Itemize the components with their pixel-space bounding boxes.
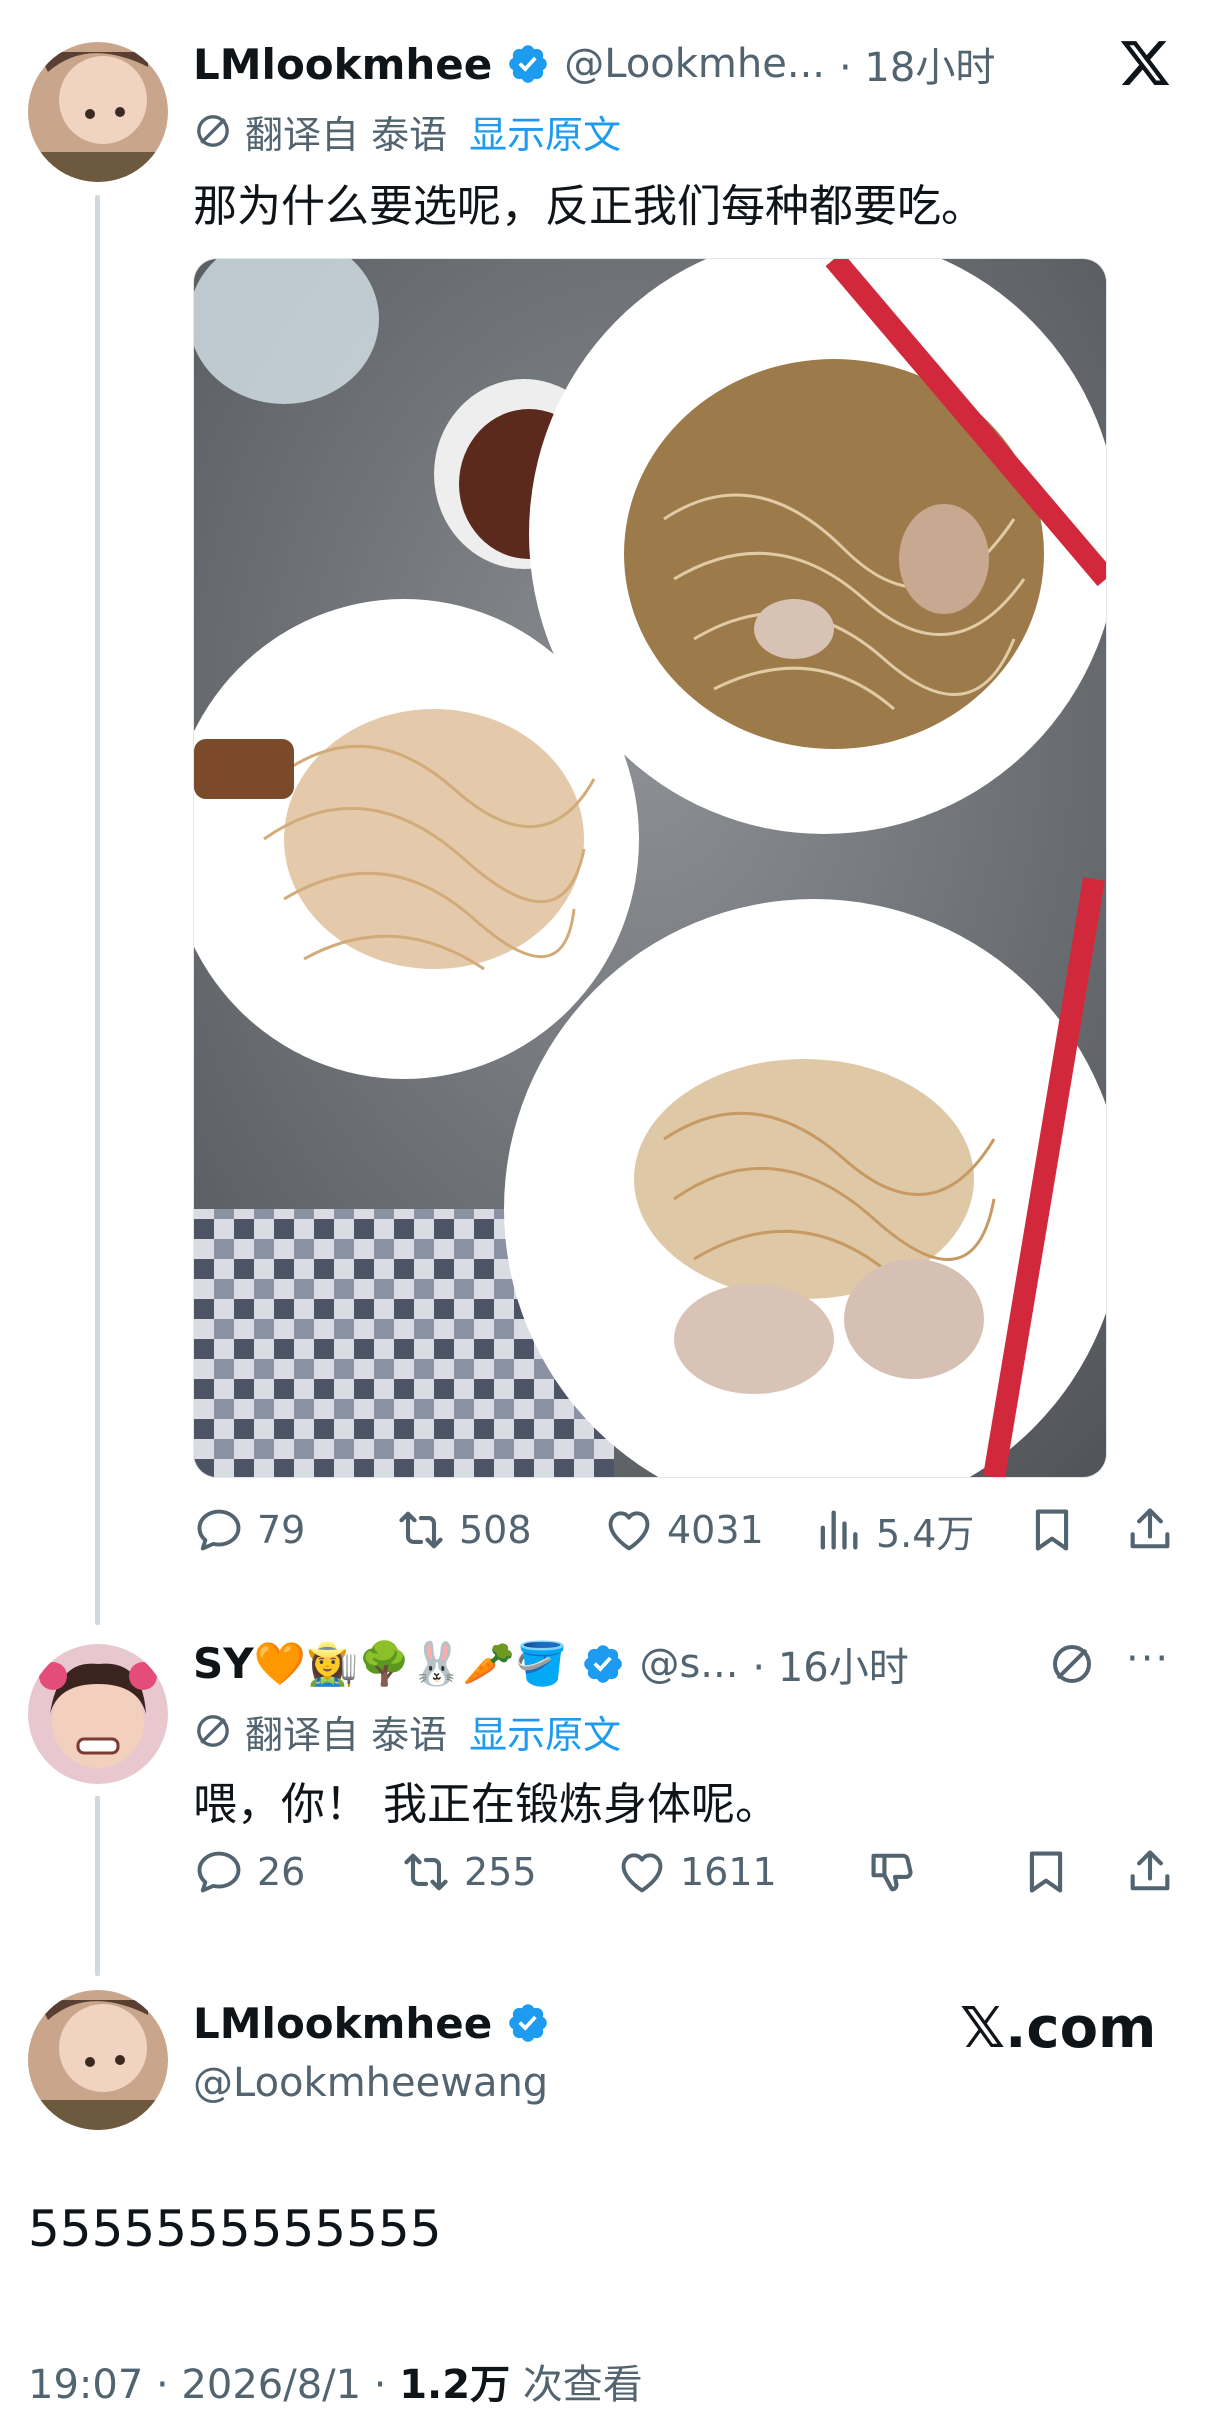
translate-toggle-icon[interactable] (1048, 1640, 1096, 1688)
dislike-button[interactable] (866, 1846, 918, 1902)
tweet-text: 5555555555555 (28, 2200, 442, 2258)
views-bar-chart-icon (812, 1504, 864, 1556)
tweet-photo[interactable] (193, 258, 1107, 1478)
retweet-button[interactable]: 255 (400, 1842, 537, 1902)
author-name[interactable]: LMlookmhee (193, 1999, 492, 2048)
thread-line (95, 195, 100, 1625)
retweet-button[interactable]: 508 (395, 1500, 532, 1560)
thread-line-2 (95, 1796, 100, 1976)
translate-icon (193, 111, 233, 151)
bookmark-button[interactable] (1026, 1504, 1078, 1560)
avatar-lmlookmhee[interactable] (28, 42, 168, 182)
share-button[interactable] (1124, 1504, 1176, 1560)
tweet1-header: LMlookmhee @Lookmhe... · 18小时 (193, 35, 995, 93)
views-count: 1.2万 (399, 2362, 511, 2408)
bookmark-button[interactable] (1020, 1846, 1072, 1902)
translated-from-label: 翻译自 泰语 (245, 1712, 448, 1757)
translate-icon (193, 1711, 233, 1751)
avatar-sy[interactable] (28, 1644, 168, 1784)
verified-badge-icon (506, 42, 550, 86)
share-icon (1124, 1846, 1176, 1898)
views-button[interactable]: 5.4万 (812, 1500, 974, 1560)
tweet-meta: 19:07 · 2026/8/1 · 1.2万 次查看 (28, 2352, 643, 2410)
author-handle[interactable]: @Lookmheewang (193, 2060, 548, 2106)
author-name[interactable]: SY🧡👩‍🌾🌳🐰🥕🪣 (193, 1639, 567, 1689)
share-icon (1124, 1504, 1176, 1556)
bookmark-icon (1026, 1504, 1078, 1556)
translation-row: 翻译自 泰语 显示原文 (193, 1704, 621, 1759)
more-dots-icon[interactable]: ··· (1126, 1636, 1170, 1682)
retweet-count: 508 (459, 1508, 532, 1552)
tweet-time[interactable]: · 16小时 (752, 1635, 908, 1693)
author-handle[interactable]: @Lookmhe... (564, 41, 825, 87)
like-button[interactable]: 4031 (603, 1500, 764, 1560)
thumbs-down-icon (866, 1846, 918, 1898)
like-count: 1611 (680, 1850, 777, 1894)
timestamp[interactable]: 19:07 · 2026/8/1 · (28, 2362, 399, 2408)
tweet3-header: LMlookmhee (193, 1995, 550, 2051)
translation-row: 翻译自 泰语 显示原文 (193, 104, 621, 159)
reply-icon (193, 1846, 245, 1898)
retweet-icon (395, 1504, 447, 1556)
verified-badge-icon (506, 2001, 550, 2045)
view-count: 5.4万 (876, 1511, 975, 1556)
show-original-link[interactable]: 显示原文 (469, 104, 621, 159)
tweet-text: 喂，你！ 我正在锻炼身体呢。 (193, 1779, 779, 1830)
author-name[interactable]: LMlookmhee (193, 40, 492, 89)
reply-icon (193, 1504, 245, 1556)
heart-icon (603, 1504, 655, 1556)
like-button[interactable]: 1611 (616, 1842, 777, 1902)
retweet-icon (400, 1846, 452, 1898)
avatar-image (28, 42, 168, 182)
retweet-count: 255 (464, 1850, 537, 1894)
reply-button[interactable]: 26 (193, 1842, 305, 1902)
tweet-text: 那为什么要选呢，反正我们每种都要吃。 (193, 181, 985, 232)
tweet-time[interactable]: · 18小时 (839, 35, 995, 93)
reply-button[interactable]: 79 (193, 1500, 305, 1560)
x-logo-icon[interactable] (1118, 36, 1172, 90)
views-label: 次查看 (510, 2362, 643, 2408)
heart-icon (616, 1846, 668, 1898)
translated-from-label: 翻译自 泰语 (245, 112, 448, 157)
reply-count: 79 (257, 1508, 306, 1552)
reply-count: 26 (257, 1850, 306, 1894)
avatar-image (28, 1990, 168, 2130)
avatar-image (28, 1644, 168, 1784)
photo-noodle-bowls (194, 259, 1106, 1477)
bookmark-icon (1020, 1846, 1072, 1898)
tweet2-header: SY🧡👩‍🌾🌳🐰🥕🪣 @s... · 16小时 (193, 1636, 909, 1692)
share-button[interactable] (1124, 1846, 1176, 1902)
avatar-lmlookmhee[interactable] (28, 1990, 168, 2130)
author-handle[interactable]: @s... (639, 1641, 738, 1687)
x-com-brand: 𝕏.com (960, 1996, 1157, 2061)
verified-badge-icon (581, 1642, 625, 1686)
show-original-link[interactable]: 显示原文 (469, 1704, 621, 1759)
like-count: 4031 (667, 1508, 764, 1552)
